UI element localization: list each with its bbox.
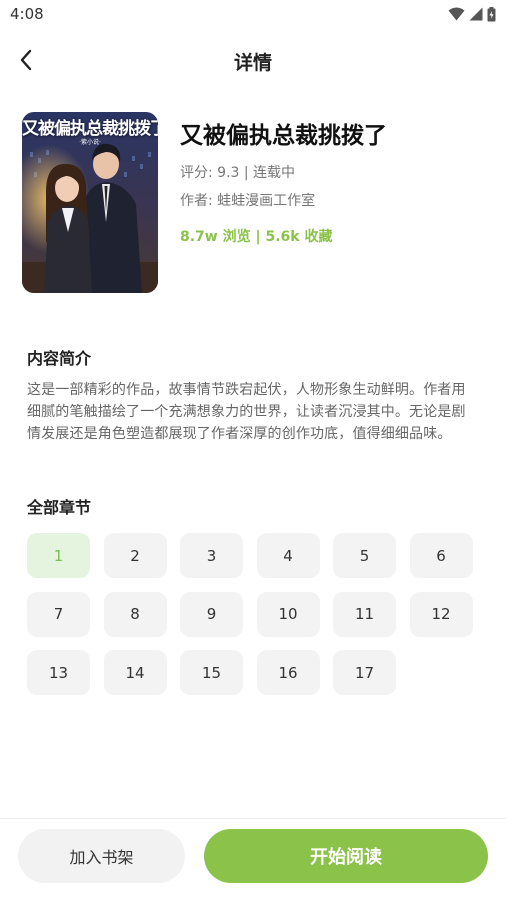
chapter-button-2[interactable]: 2	[103, 533, 167, 578]
intro-heading: 内容简介	[27, 349, 92, 368]
book-cover: 又被偏执总裁挑拨了 ·紫小说·	[22, 112, 158, 293]
chapter-button-16[interactable]: 16	[256, 650, 320, 695]
chapter-button-17[interactable]: 17	[333, 650, 396, 695]
app-header: 详情	[0, 40, 506, 80]
intro-text: 这是一部精彩的作品，故事情节跌宕起伏，人物形象生动鲜明。作者用细腻的笔触描绘了一…	[27, 382, 466, 442]
add-to-shelf-button[interactable]: 加入书架	[18, 829, 185, 883]
page-title: 详情	[233, 52, 272, 74]
start-reading-button[interactable]: 开始阅读	[204, 829, 488, 883]
chapter-button-15[interactable]: 15	[180, 650, 243, 695]
chapter-button-13[interactable]: 13	[27, 650, 90, 695]
chapter-button-12[interactable]: 12	[409, 591, 473, 637]
chapter-button-14[interactable]: 14	[103, 650, 167, 695]
wifi-icon	[448, 7, 465, 21]
signal-icon	[469, 7, 483, 21]
bottom-bar: 加入书架 开始阅读	[0, 818, 506, 900]
chapter-button-8[interactable]: 8	[103, 591, 167, 637]
chapter-button-6[interactable]: 6	[409, 533, 473, 578]
book-stats: 8.7w 浏览 | 5.6k 收藏	[180, 229, 333, 245]
chapter-button-10[interactable]: 10	[256, 591, 320, 637]
chapter-button-4[interactable]: 4	[256, 533, 320, 578]
chapter-button-1[interactable]: 1	[27, 533, 90, 578]
status-bar: 4:08	[0, 0, 506, 28]
chapter-button-3[interactable]: 3	[180, 533, 243, 578]
cover-title: 又被偏执总裁挑拨了	[22, 119, 158, 139]
status-icons	[448, 6, 496, 22]
book-rating: 评分: 9.3 | 连载中	[180, 165, 296, 181]
cover-subtitle: ·紫小说·	[79, 139, 101, 146]
status-time: 4:08	[10, 5, 44, 23]
chapter-button-9[interactable]: 9	[180, 591, 243, 637]
chapters-heading: 全部章节	[27, 498, 92, 517]
battery-icon	[487, 6, 496, 21]
chapter-button-11[interactable]: 11	[333, 591, 396, 637]
chapter-button-5[interactable]: 5	[333, 533, 396, 578]
book-title: 又被偏执总裁挑拨了	[180, 123, 387, 149]
chapter-button-7[interactable]: 7	[27, 591, 90, 637]
book-author: 作者: 蛙蛙漫画工作室	[180, 193, 316, 209]
